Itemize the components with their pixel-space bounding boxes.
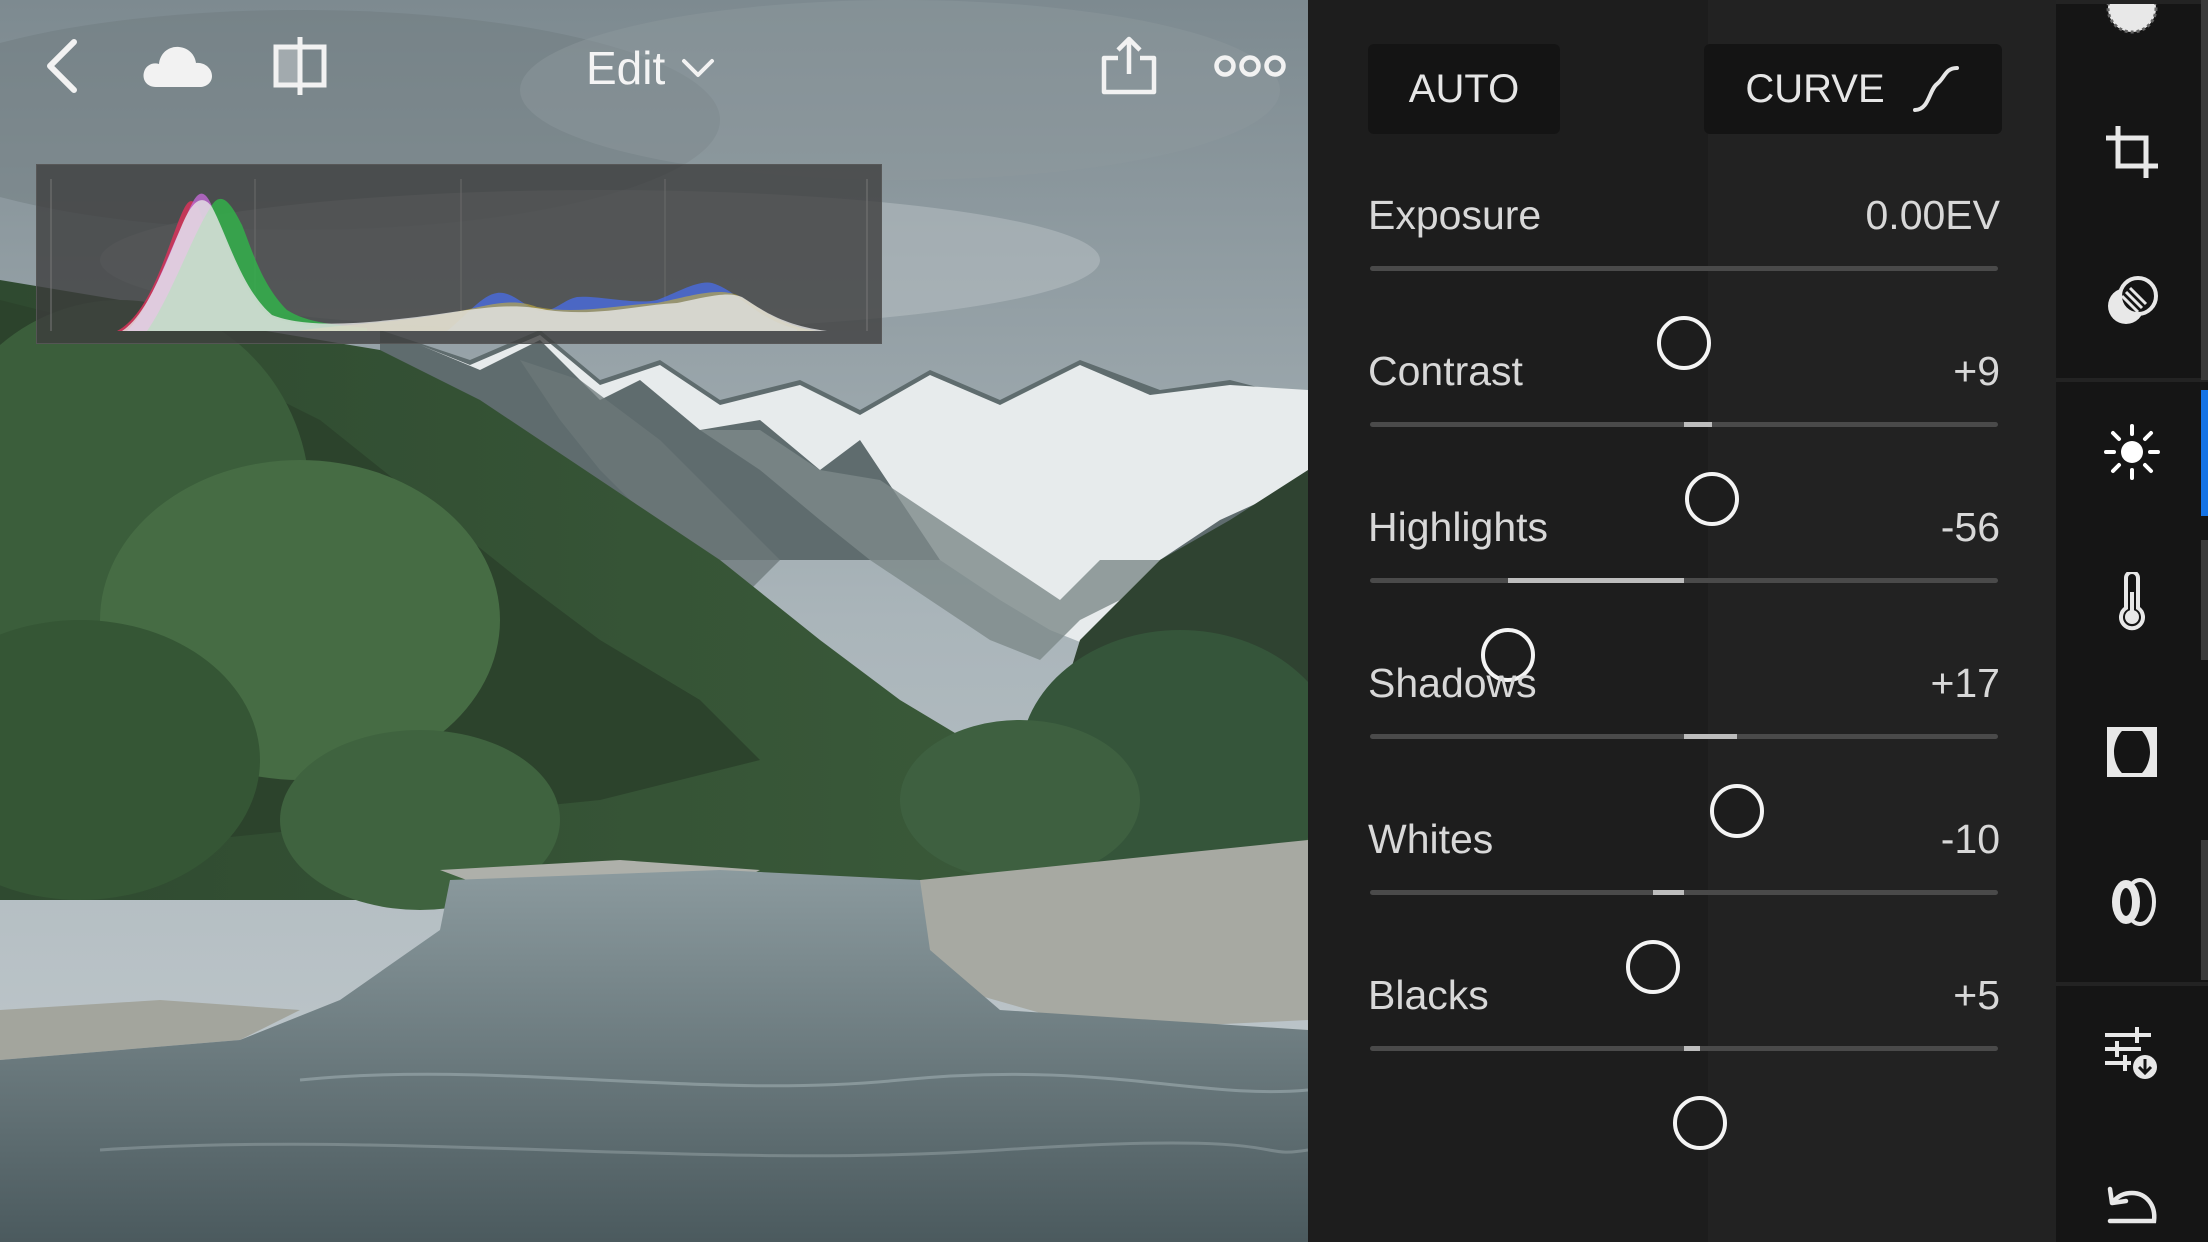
active-tool-indicator: [2201, 390, 2208, 516]
shadows-slider-fill: [1684, 734, 1738, 739]
whites-control: Whites -10: [1368, 816, 2000, 994]
auto-label: AUTO: [1408, 66, 1520, 111]
more-options-button[interactable]: [1214, 30, 1286, 102]
blacks-control: Blacks +5: [1368, 972, 2000, 1150]
rail-scrollbar[interactable]: [2201, 840, 2208, 980]
exposure-control: Exposure 0.00EV: [1368, 192, 2001, 370]
rail-scrollbar[interactable]: [2201, 0, 2208, 380]
light-button[interactable]: [2102, 422, 2162, 482]
highlights-value[interactable]: -56: [1941, 504, 2000, 551]
blacks-label: Blacks: [1368, 972, 1489, 1018]
contrast-slider-fill: [1684, 422, 1713, 427]
light-adjustments-panel: AUTO CURVE Exposure 0.00EV Contrast +9 H…: [1308, 0, 2056, 1242]
blacks-slider-thumb[interactable]: [1672, 1096, 1727, 1150]
blacks-slider-fill: [1684, 1046, 1700, 1051]
selective-button[interactable]: [2102, 272, 2162, 332]
crop-icon: [2106, 126, 2158, 178]
curve-label: CURVE: [1745, 66, 1885, 111]
light-icon: [2104, 424, 2160, 480]
compare-icon: [273, 37, 327, 95]
blacks-slider[interactable]: [1370, 1046, 1998, 1150]
highlights-control: Highlights -56: [1368, 504, 2000, 682]
highlights-slider[interactable]: [1370, 578, 1998, 682]
adjust-button[interactable]: [2102, 1024, 2162, 1084]
rail-scrollbar[interactable]: [2201, 540, 2208, 660]
edit-mode-menu[interactable]: Edit: [586, 34, 715, 102]
shadows-control: Shadows +17: [1368, 660, 2000, 838]
contrast-slider[interactable]: [1370, 422, 1998, 526]
histogram-graph: [50, 179, 868, 331]
undo-icon: [2107, 1186, 2157, 1224]
vignette-icon: [2107, 727, 2157, 777]
rail-divider: [2056, 0, 2208, 4]
auto-button[interactable]: AUTO: [1368, 44, 1560, 134]
curve-button[interactable]: CURVE: [1704, 44, 2002, 134]
optics-button[interactable]: [2102, 872, 2162, 932]
shadows-value[interactable]: +17: [1930, 660, 2000, 707]
edit-mode-label: Edit: [586, 42, 666, 94]
thermometer-icon: [2119, 572, 2145, 631]
undo-button[interactable]: [2102, 1174, 2162, 1234]
histogram[interactable]: [36, 164, 882, 344]
cloud-sync-button[interactable]: [140, 30, 216, 102]
color-button[interactable]: [2102, 572, 2162, 632]
highlights-label: Highlights: [1368, 504, 1549, 550]
presets-button[interactable]: [2102, 0, 2162, 46]
rail-divider: [2056, 378, 2208, 382]
adjust-icon: [2105, 1027, 2157, 1079]
exposure-value[interactable]: 0.00EV: [1866, 192, 2001, 239]
shadows-slider[interactable]: [1370, 734, 1998, 838]
share-icon: [1101, 36, 1157, 95]
highlights-slider-fill: [1508, 578, 1684, 583]
contrast-value[interactable]: +9: [1953, 348, 2000, 395]
back-button[interactable]: [34, 30, 90, 102]
selective-icon: [2108, 276, 2158, 324]
vignette-button[interactable]: [2102, 722, 2162, 782]
crop-button[interactable]: [2102, 122, 2162, 182]
exposure-label: Exposure: [1368, 192, 1542, 238]
blacks-value[interactable]: +5: [1953, 972, 2000, 1019]
more-icon: [1214, 55, 1286, 77]
exposure-slider[interactable]: [1370, 266, 1998, 370]
tool-rail: [2056, 0, 2208, 1242]
whites-label: Whites: [1368, 816, 1494, 862]
optics-icon: [2112, 878, 2156, 926]
contrast-label: Contrast: [1368, 348, 1523, 394]
presets-icon: [2106, 0, 2158, 34]
chevron-down-icon: [682, 59, 715, 77]
whites-slider-fill: [1652, 890, 1684, 895]
curve-icon: [1912, 66, 1959, 112]
cloud-icon: [143, 46, 212, 87]
whites-value[interactable]: -10: [1941, 816, 2000, 863]
contrast-control: Contrast +9: [1368, 348, 2000, 526]
rail-divider: [2056, 982, 2208, 986]
compare-button[interactable]: [270, 30, 330, 102]
whites-slider[interactable]: [1370, 890, 1998, 994]
photo-canvas[interactable]: Edit: [0, 0, 1308, 1242]
chevron-left-icon: [47, 39, 77, 93]
shadows-label: Shadows: [1368, 660, 1537, 706]
share-button[interactable]: [1100, 30, 1158, 102]
